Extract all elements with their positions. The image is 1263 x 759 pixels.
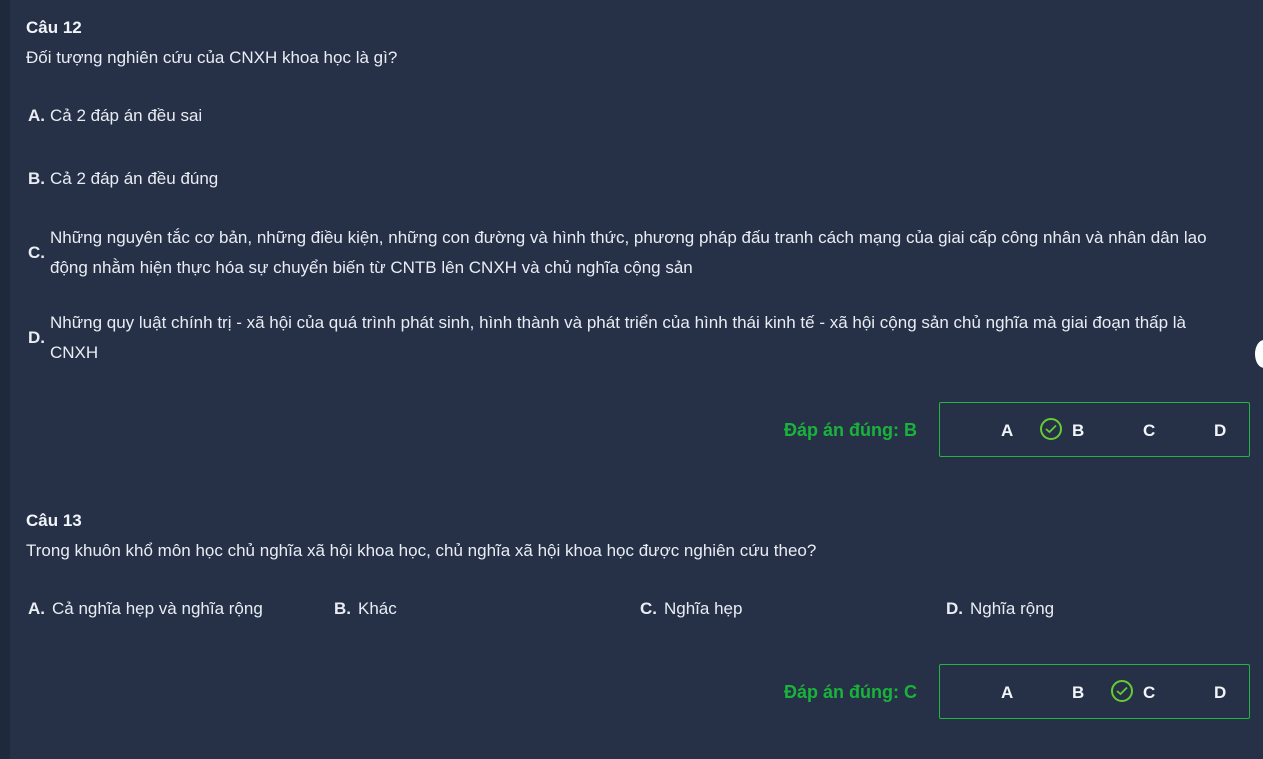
choice-c[interactable]: C <box>1143 403 1155 458</box>
option-a[interactable]: A. Cả 2 đáp án đều sai <box>28 101 1228 131</box>
check-circle-icon <box>1111 680 1133 702</box>
question-12: Câu 12 Đối tượng nghiên cứu của CNXH kho… <box>26 18 1251 362</box>
option-text: Nghĩa rộng <box>970 599 1055 618</box>
option-text-line: động nhằm hiện thực hóa sự chuyển biến t… <box>50 258 693 277</box>
option-b[interactable]: B. Cả 2 đáp án đều đúng <box>28 164 1228 194</box>
answer-box: A B C D <box>939 402 1250 457</box>
option-text: Nghĩa hẹp <box>664 599 743 618</box>
option-letter: D. <box>946 599 963 618</box>
option-letter: B. <box>334 599 351 618</box>
option-letter: C. <box>640 599 657 618</box>
option-letter: D. <box>28 328 45 347</box>
option-text: Cả nghĩa hẹp và nghĩa rộng <box>52 599 263 618</box>
question-text: Trong khuôn khổ môn học chủ nghĩa xã hội… <box>26 541 817 560</box>
choice-d[interactable]: D <box>1214 665 1226 720</box>
correct-answer-label: Đáp án đúng: B <box>784 420 917 440</box>
option-text-line: Những quy luật chính trị - xã hội của qu… <box>50 313 1187 332</box>
option-d[interactable]: D. Những quy luật chính trị - xã hội của… <box>28 308 1228 368</box>
scroll-handle[interactable] <box>1255 340 1263 368</box>
left-border <box>0 0 10 759</box>
question-13: Câu 13 Trong khuôn khổ môn học chủ nghĩa… <box>26 511 1251 618</box>
check-circle-icon <box>1040 418 1062 440</box>
question-title: Câu 13 <box>26 511 82 530</box>
option-text-line: Những nguyên tắc cơ bản, những điều kiện… <box>50 228 1207 247</box>
choice-a[interactable]: A <box>1001 665 1013 720</box>
choice-d[interactable]: D <box>1214 403 1226 458</box>
option-text-line: CNXH <box>50 343 99 362</box>
option-c[interactable]: C. Nghĩa hẹp <box>640 594 742 624</box>
option-text: Cả 2 đáp án đều sai <box>50 106 203 125</box>
question-title: Câu 12 <box>26 18 82 37</box>
option-letter: B. <box>28 169 45 188</box>
choice-b[interactable]: B <box>1072 403 1084 458</box>
option-letter: A. <box>28 599 45 618</box>
option-text: Khác <box>358 599 397 618</box>
choice-c[interactable]: C <box>1143 665 1155 720</box>
option-letter: A. <box>28 106 45 125</box>
answer-box: A B C D <box>939 664 1250 719</box>
option-c[interactable]: C. Những nguyên tắc cơ bản, những điều k… <box>28 223 1228 283</box>
option-b[interactable]: B. Khác <box>334 594 397 624</box>
option-a[interactable]: A. Cả nghĩa hẹp và nghĩa rộng <box>28 594 263 624</box>
question-text: Đối tượng nghiên cứu của CNXH khoa học l… <box>26 48 398 67</box>
option-letter: C. <box>28 243 45 262</box>
choice-b[interactable]: B <box>1072 665 1084 720</box>
option-d[interactable]: D. Nghĩa rộng <box>946 594 1054 624</box>
option-text: Cả 2 đáp án đều đúng <box>50 169 219 188</box>
options-row: A. Cả nghĩa hẹp và nghĩa rộng B. Khác C.… <box>28 594 1248 624</box>
choice-a[interactable]: A <box>1001 403 1013 458</box>
correct-answer-label: Đáp án đúng: C <box>784 682 917 702</box>
